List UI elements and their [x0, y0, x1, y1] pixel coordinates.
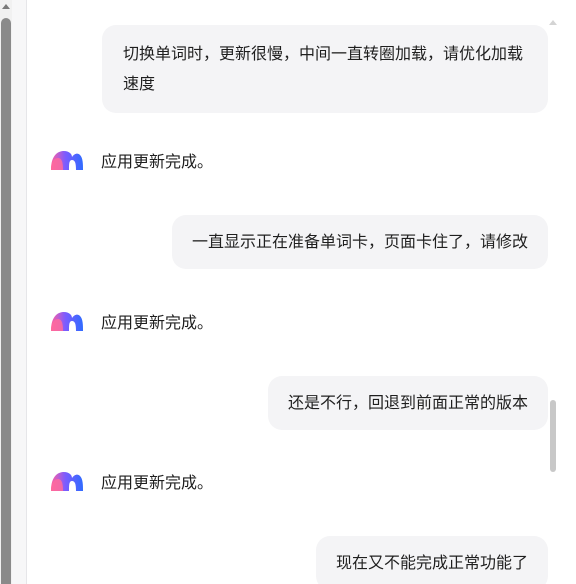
- assistant-logo-icon: [51, 151, 83, 170]
- user-message: 切换单词时，更新很慢，中间一直转圈加载，请优化加载速度: [102, 25, 548, 113]
- user-message: 现在又不能完成正常功能了: [315, 536, 548, 584]
- chat-scroll-up-arrow[interactable]: [549, 20, 557, 25]
- assistant-message: 应用更新完成。: [50, 145, 213, 175]
- assistant-message-text: 应用更新完成。: [101, 313, 214, 332]
- assistant-message: 应用更新完成。: [50, 466, 213, 496]
- user-message: 还是不行，回退到前面正常的版本: [267, 376, 548, 430]
- assistant-logo-icon: [51, 472, 83, 491]
- assistant-message-text: 应用更新完成。: [101, 152, 214, 171]
- chat-conversation: 切换单词时，更新很慢，中间一直转圈加载，请优化加载速度 应用更新完成。 一直显示…: [27, 0, 549, 584]
- user-message-text: 切换单词时，更新很慢，中间一直转圈加载，请优化加载速度: [123, 44, 524, 93]
- page-scroll-thumb[interactable]: [1, 18, 11, 584]
- user-message: 一直显示正在准备单词卡，页面卡住了，请修改: [171, 215, 548, 269]
- page-scroll-up-arrow[interactable]: [2, 4, 10, 9]
- assistant-message: 应用更新完成。: [50, 306, 213, 336]
- user-message-text: 现在又不能完成正常功能了: [335, 553, 528, 572]
- user-message-text: 还是不行，回退到前面正常的版本: [287, 393, 528, 412]
- panel-divider: [12, 0, 27, 584]
- chat-scroll-thumb[interactable]: [550, 400, 556, 472]
- page-scrollbar[interactable]: [0, 0, 12, 584]
- user-message-text: 一直显示正在准备单词卡，页面卡住了，请修改: [191, 232, 528, 251]
- assistant-logo-icon: [51, 312, 83, 331]
- assistant-message-text: 应用更新完成。: [101, 473, 214, 492]
